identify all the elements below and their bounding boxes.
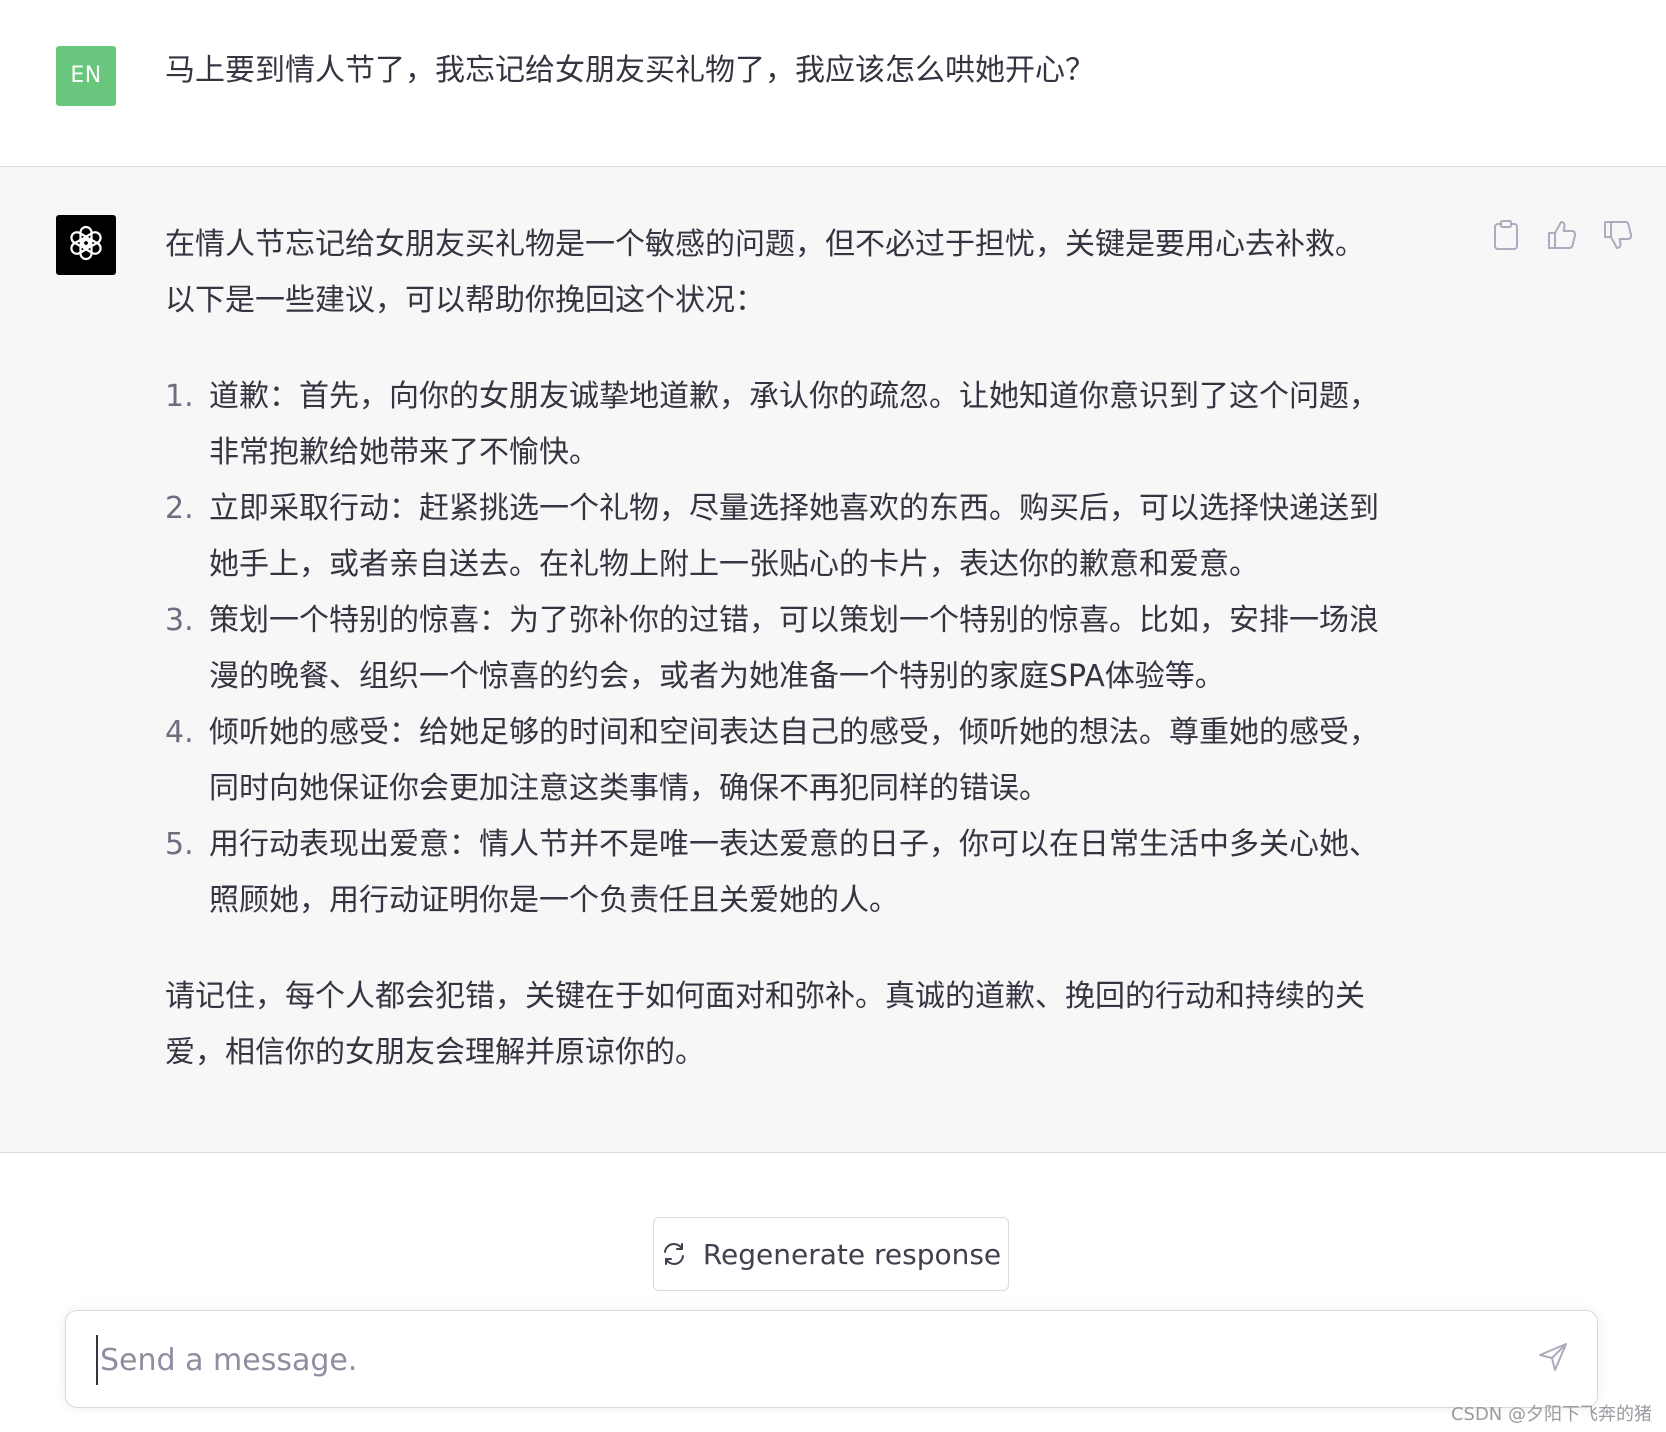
outro-line: 爱，相信你的女朋友会理解并原谅你的。 [165,1035,705,1070]
list-item-text: 立即采取行动：赶紧挑选一个礼物，尽量选择她喜欢的东西。购买后，可以选择快递送到 [209,491,1379,526]
list-item-text: 同时向她保证你会更加注意这类事情，确保不再犯同样的错误。 [209,771,1049,806]
regenerate-response-button[interactable]: Regenerate response [653,1217,1009,1291]
message-composer [65,1310,1598,1408]
list-item-number: 5. [165,827,194,862]
list-item: 4. 倾听她的感受：给她足够的时间和空间表达自己的感受，倾听她的想法。尊重她的感… [165,705,1465,817]
send-icon [1537,1341,1569,1377]
list-item-text: 策划一个特别的惊喜：为了弥补你的过错，可以策划一个特别的惊喜。比如，安排一场浪 [209,603,1379,638]
message-input[interactable] [96,1335,1502,1385]
list-item: 5. 用行动表现出爱意：情人节并不是唯一表达爱意的日子，你可以在日常生活中多关心… [165,817,1465,929]
intro-line: 在情人节忘记给女朋友买礼物是一个敏感的问题，但不必过于担忧，关键是要用心去补救。 [165,227,1365,262]
intro-line: 以下是一些建议，可以帮助你挽回这个状况： [165,283,765,318]
refresh-icon [661,1241,687,1267]
list-item-text: 用行动表现出爱意：情人节并不是唯一表达爱意的日子，你可以在日常生活中多关心她、 [209,827,1379,862]
assistant-message-body: 在情人节忘记给女朋友买礼物是一个敏感的问题，但不必过于担忧，关键是要用心去补救。… [165,217,1465,1081]
assistant-intro: 在情人节忘记给女朋友买礼物是一个敏感的问题，但不必过于担忧，关键是要用心去补救。… [165,217,1465,329]
suggestion-list: 1. 道歉：首先，向你的女朋友诚挚地道歉，承认你的疏忽。让她知道你意识到了这个问… [165,369,1465,929]
assistant-outro: 请记住，每个人都会犯错，关键在于如何面对和弥补。真诚的道歉、挽回的行动和持续的关… [165,969,1465,1081]
thumbs-up-icon [1546,219,1578,255]
list-item-text: 照顾她，用行动证明你是一个负责任且关爱她的人。 [209,883,899,918]
thumbs-down-button[interactable] [1598,217,1638,257]
thumbs-up-button[interactable] [1542,217,1582,257]
list-item-number: 3. [165,603,194,638]
watermark: CSDN @夕阳下飞奔的猪 [1450,1404,1652,1425]
thumbs-down-icon [1602,219,1634,255]
list-item: 2. 立即采取行动：赶紧挑选一个礼物，尽量选择她喜欢的东西。购买后，可以选择快递… [165,481,1465,593]
list-item: 1. 道歉：首先，向你的女朋友诚挚地道歉，承认你的疏忽。让她知道你意识到了这个问… [165,369,1465,481]
user-avatar: EN [56,46,116,106]
copy-button[interactable] [1486,217,1526,257]
list-item: 3. 策划一个特别的惊喜：为了弥补你的过错，可以策划一个特别的惊喜。比如，安排一… [165,593,1465,705]
list-item-number: 4. [165,715,194,750]
list-item-number: 2. [165,491,194,526]
assistant-message-row: 在情人节忘记给女朋友买礼物是一个敏感的问题，但不必过于担忧，关键是要用心去补救。… [0,167,1666,1153]
send-button[interactable] [1531,1337,1575,1381]
message-actions [1486,217,1646,257]
copy-icon [1492,219,1520,255]
list-item-text: 道歉：首先，向你的女朋友诚挚地道歉，承认你的疏忽。让她知道你意识到了这个问题， [209,379,1379,414]
outro-line: 请记住，每个人都会犯错，关键在于如何面对和弥补。真诚的道歉、挽回的行动和持续的关 [165,979,1365,1014]
user-message-row: EN 马上要到情人节了，我忘记给女朋友买礼物了，我应该怎么哄她开心？ [0,0,1666,167]
list-item-text: 她手上，或者亲自送去。在礼物上附上一张贴心的卡片，表达你的歉意和爱意。 [209,547,1259,582]
assistant-avatar [56,215,116,275]
user-message-text: 马上要到情人节了，我忘记给女朋友买礼物了，我应该怎么哄她开心？ [165,53,1095,88]
list-item-number: 1. [165,379,194,414]
openai-logo-icon [66,223,106,267]
list-item-text: 漫的晚餐、组织一个惊喜的约会，或者为她准备一个特别的家庭SPA体验等。 [209,659,1225,694]
regenerate-label: Regenerate response [702,1237,1002,1271]
list-item-text: 倾听她的感受：给她足够的时间和空间表达自己的感受，倾听她的想法。尊重她的感受， [209,715,1379,750]
list-item-text: 非常抱歉给她带来了不愉快。 [209,435,599,470]
